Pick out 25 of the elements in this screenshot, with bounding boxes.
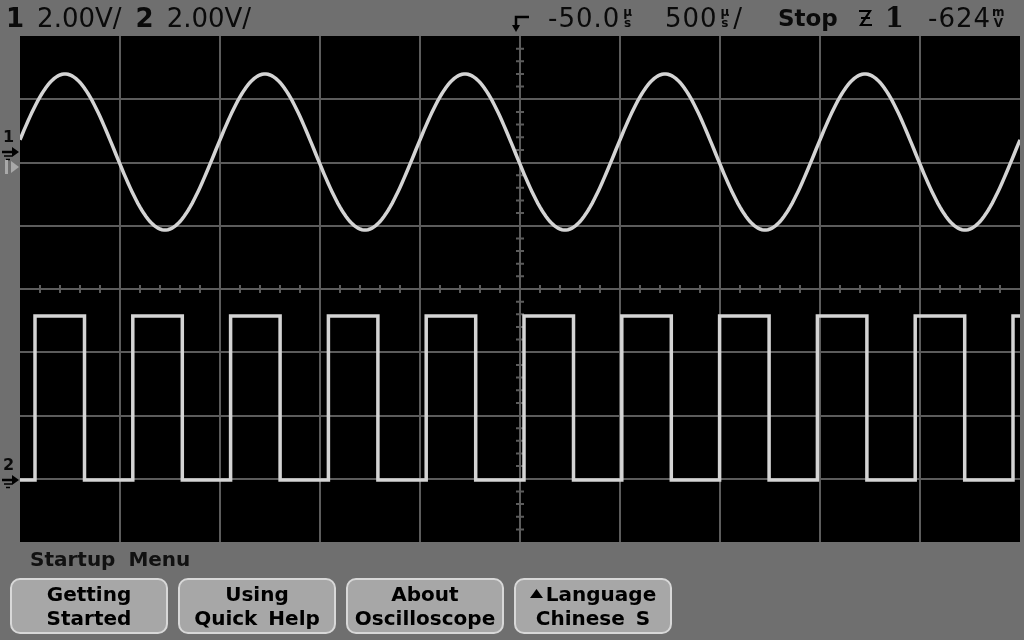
run-state: Stop [778,4,839,33]
channel-number: 2 [135,3,154,33]
trigger-level-unit: mV [992,7,1005,29]
timebase-unit: µs [719,7,731,29]
delay-unit: µs [622,7,633,29]
channel-label: 1 [3,128,15,146]
trigger-level: -624 [928,3,991,33]
up-triangle-icon [529,589,543,598]
volts-per-division: 2.00V/ [166,3,252,33]
softkey-button[interactable]: Getting Started [10,578,168,634]
triangle-marker-icon [5,160,19,174]
arrow-icon [1,147,19,161]
arrow-icon [1,475,19,489]
softkey-button[interactable]: Using Quick Help [178,578,336,634]
softkey-button[interactable]: Language Chinese S [514,578,672,634]
channel-label: 2 [3,456,15,474]
per-division-slash: / [733,3,743,33]
time-per-division: 500 [665,3,718,33]
edge-trigger-icon [857,8,873,28]
softkey-button[interactable]: About Oscilloscope [346,578,504,634]
volts-per-division: 2.00V/ [37,3,122,33]
delay-value: -50.0 [548,3,621,33]
trigger-source: 1 [885,3,905,33]
channel-number: 1 [6,3,25,33]
menu-title: Startup Menu [30,547,191,571]
